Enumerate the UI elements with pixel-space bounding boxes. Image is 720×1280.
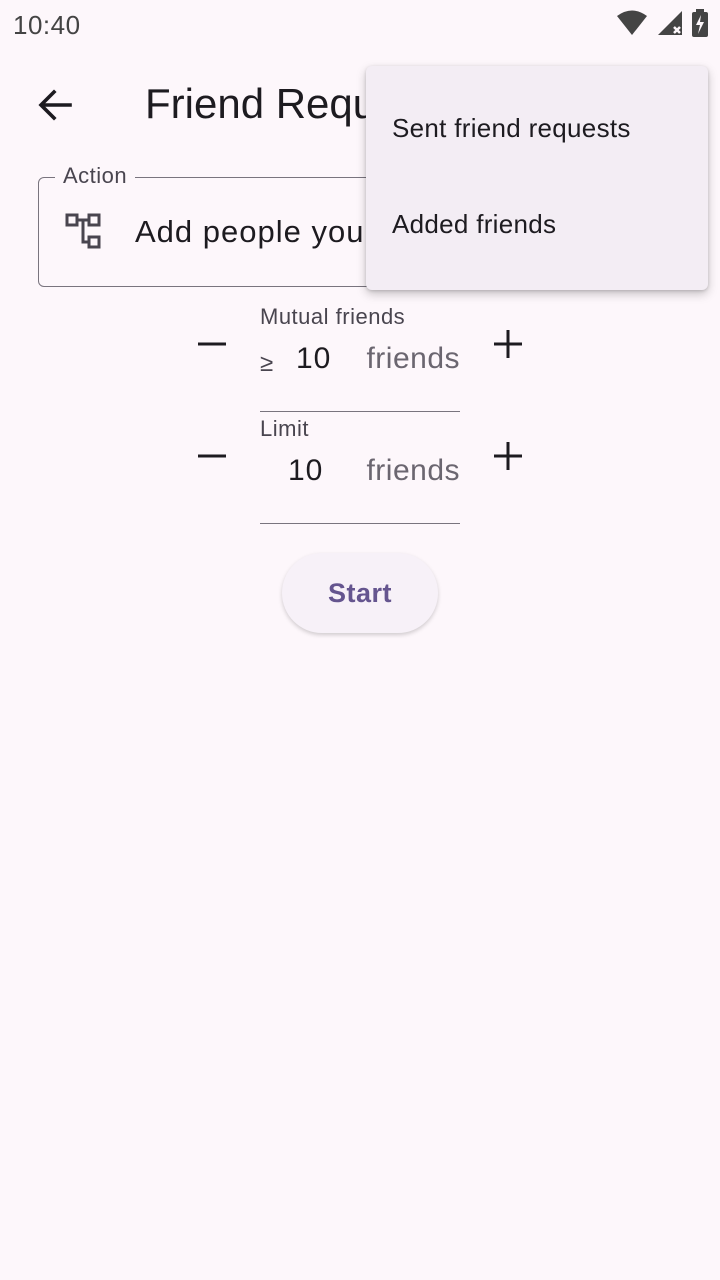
popup-menu: Sent friend requests Added friends [366, 66, 708, 290]
plus-icon [494, 442, 522, 470]
hierarchy-icon [63, 210, 107, 254]
screen: 10:40 Friend Requests Action Add people … [0, 0, 720, 1280]
cell-signal-icon [656, 9, 684, 37]
mutual-friends-label: Mutual friends [260, 304, 406, 329]
limit-value: 10 [288, 454, 324, 487]
menu-item-sent-friend-requests[interactable]: Sent friend requests [366, 80, 708, 176]
status-bar: 10:40 [0, 0, 720, 50]
plus-icon [494, 330, 522, 358]
limit-stepper: Limit 10 friends [190, 414, 530, 524]
wifi-icon [616, 9, 648, 37]
back-button[interactable] [30, 80, 80, 130]
arrow-back-icon [38, 89, 72, 121]
limit-decrement-button[interactable] [190, 434, 234, 478]
mutual-friends-field[interactable]: Mutual friends ≥ 10 friends [260, 302, 460, 412]
mutual-friends-prefix: ≥ [260, 350, 274, 377]
mutual-friends-stepper: Mutual friends ≥ 10 friends [190, 302, 530, 412]
mutual-friends-increment-button[interactable] [486, 322, 530, 366]
limit-label: Limit [260, 416, 309, 441]
menu-item-added-friends[interactable]: Added friends [366, 176, 708, 272]
minus-icon [198, 342, 226, 346]
status-time: 10:40 [13, 10, 81, 40]
action-label: Action [55, 163, 136, 189]
mutual-friends-value: 10 [296, 342, 332, 375]
status-icons [616, 9, 708, 37]
limit-field[interactable]: Limit 10 friends [260, 414, 460, 524]
start-button[interactable]: Start [282, 553, 438, 633]
mutual-friends-decrement-button[interactable] [190, 322, 234, 366]
mutual-friends-suffix: friends [366, 342, 460, 375]
minus-icon [198, 454, 226, 458]
limit-increment-button[interactable] [486, 434, 530, 478]
battery-charging-icon [692, 9, 708, 37]
limit-suffix: friends [366, 454, 460, 487]
